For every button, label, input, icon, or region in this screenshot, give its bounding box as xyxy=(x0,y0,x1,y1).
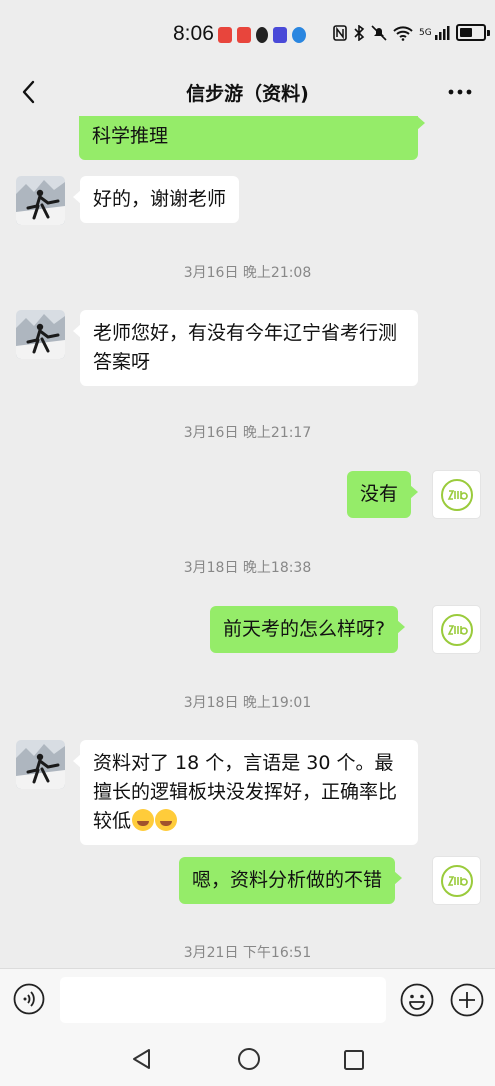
more-functions-button[interactable] xyxy=(450,983,484,1017)
user-avatar-photo xyxy=(16,176,65,225)
app-notification-icon xyxy=(218,27,232,43)
app-notification-icon xyxy=(273,27,287,43)
user-avatar-photo xyxy=(16,740,65,789)
wifi-icon xyxy=(393,25,413,41)
message-input[interactable] xyxy=(60,977,386,1023)
message-timestamp: 3月21日 下午16:51 xyxy=(183,945,312,961)
avatar[interactable] xyxy=(432,470,481,519)
emoji-button[interactable] xyxy=(400,983,434,1017)
teacher-avatar-logo xyxy=(440,613,473,646)
message-bubble-sent[interactable]: 没有 xyxy=(347,471,419,518)
nav-home-icon xyxy=(238,1048,260,1070)
notification-icons xyxy=(218,24,306,46)
message-bubble-sent[interactable]: 嗯，资料分析做的不错 xyxy=(179,857,403,904)
mute-icon xyxy=(371,24,387,41)
system-status-icons: 5G xyxy=(333,24,490,41)
avatar[interactable] xyxy=(432,856,481,905)
message-bubble-sent[interactable]: 前天考的怎么样呀? xyxy=(210,606,406,653)
message-text: 嗯，资料分析做的不错 xyxy=(192,869,383,891)
nav-recent-icon xyxy=(344,1050,364,1070)
nav-back-icon xyxy=(133,1049,150,1069)
message-text: 好的，谢谢老师 xyxy=(93,188,227,210)
app-notification-icon xyxy=(256,27,268,43)
laugh-cry-emoji xyxy=(132,809,155,831)
message-bubble-received[interactable]: 资料对了 18 个，言语是 30 个。最擅长的逻辑板块没发挥好，正确率比较低 xyxy=(73,740,418,845)
smiley-icon xyxy=(400,983,434,1017)
bluetooth-icon xyxy=(354,24,365,41)
nav-back-button[interactable] xyxy=(130,1047,154,1075)
message-text: 前天考的怎么样呀? xyxy=(223,618,386,640)
status-bar: 8:06 5G xyxy=(0,0,495,68)
app-notification-icon xyxy=(237,27,251,43)
message-timestamp: 3月16日 晚上21:17 xyxy=(183,425,312,441)
chat-header: 信步游（资料) xyxy=(0,68,495,116)
laugh-cry-emoji xyxy=(155,809,178,831)
app-notification-icon xyxy=(292,27,306,43)
avatar[interactable] xyxy=(16,310,65,359)
message-bubble-received[interactable]: 老师您好，有没有今年辽宁省考行测答案呀 xyxy=(73,310,418,386)
status-time: 8:06 xyxy=(173,22,214,45)
nfc-icon xyxy=(333,24,347,41)
plus-circle-icon xyxy=(450,983,484,1017)
battery-icon xyxy=(455,24,486,41)
battery-tip xyxy=(486,29,490,36)
network-type: 5G xyxy=(419,27,432,38)
voice-icon xyxy=(13,983,45,1015)
chat-input-bar xyxy=(0,968,495,1031)
more-button[interactable] xyxy=(446,80,474,104)
avatar[interactable] xyxy=(16,740,65,789)
message-text: 老师您好，有没有今年辽宁省考行测答案呀 xyxy=(93,322,398,373)
chat-title: 信步游（资料) xyxy=(186,83,309,105)
teacher-avatar-logo xyxy=(440,478,473,511)
avatar[interactable] xyxy=(16,176,65,225)
user-avatar-photo xyxy=(16,310,65,359)
chat-message-list[interactable]: 科学推理 好的，谢谢老师 3月16日 晚上21:08 老师您好，有没有今年辽宁省… xyxy=(0,116,495,968)
message-text: 科学推理 xyxy=(92,125,169,147)
system-navigation-bar xyxy=(0,1030,495,1086)
message-timestamp: 3月16日 晚上21:08 xyxy=(183,265,312,281)
teacher-avatar-logo xyxy=(440,864,473,897)
nav-home-button[interactable] xyxy=(237,1047,261,1075)
nav-recent-button[interactable] xyxy=(343,1049,365,1075)
signal-icon xyxy=(434,25,450,40)
more-dots-icon xyxy=(448,89,472,95)
message-bubble-sent[interactable]: 科学推理 xyxy=(79,116,425,160)
message-bubble-received[interactable]: 好的，谢谢老师 xyxy=(72,176,240,223)
message-text: 没有 xyxy=(360,483,399,505)
message-timestamp: 3月18日 晚上18:38 xyxy=(183,560,312,576)
avatar[interactable] xyxy=(432,605,481,654)
message-timestamp: 3月18日 晚上19:01 xyxy=(183,695,312,711)
voice-button[interactable] xyxy=(13,983,45,1015)
